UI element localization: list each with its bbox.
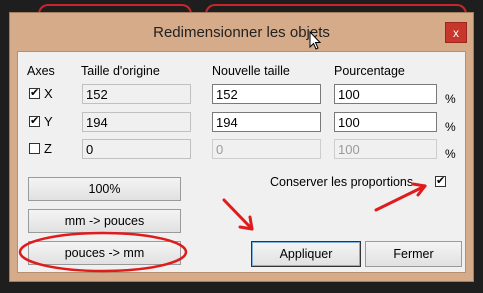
header-percentage: Pourcentage bbox=[334, 64, 405, 78]
axis-z-checkbox[interactable] bbox=[29, 143, 40, 154]
original-z-field: 0 bbox=[82, 139, 191, 159]
axis-x-checkbox[interactable] bbox=[29, 86, 40, 99]
mouse-cursor-icon bbox=[309, 31, 322, 50]
percent-x-input[interactable]: 100 bbox=[334, 84, 437, 104]
axis-y-label: Y bbox=[44, 114, 53, 129]
dialog-title: Redimensionner les objets bbox=[153, 24, 330, 41]
keep-proportions-label: Conserver les proportions bbox=[270, 175, 414, 189]
header-original-size: Taille d'origine bbox=[81, 64, 160, 78]
axis-x-label: X bbox=[44, 86, 53, 101]
close-button[interactable]: Fermer bbox=[365, 241, 462, 267]
original-x-field: 152 bbox=[82, 84, 191, 104]
dialog-body: Axes Taille d'origine Nouvelle taille Po… bbox=[17, 51, 466, 273]
apply-button[interactable]: Appliquer bbox=[251, 241, 361, 267]
resize-objects-dialog: Redimensionner les objets x Axes Taille … bbox=[9, 12, 474, 282]
header-axes: Axes bbox=[27, 64, 55, 78]
original-y-field: 194 bbox=[82, 112, 191, 132]
hundred-percent-button[interactable]: 100% bbox=[28, 177, 181, 201]
percent-x-unit: % bbox=[445, 92, 456, 106]
header-new-size: Nouvelle taille bbox=[212, 64, 290, 78]
mm-to-inches-button[interactable]: mm -> pouces bbox=[28, 209, 181, 233]
percent-z-input: 100 bbox=[334, 139, 437, 159]
new-x-input[interactable]: 152 bbox=[212, 84, 321, 104]
close-window-button[interactable]: x bbox=[445, 22, 467, 43]
axis-z-label: Z bbox=[44, 141, 52, 156]
percent-y-input[interactable]: 100 bbox=[334, 112, 437, 132]
percent-z-unit: % bbox=[445, 147, 456, 161]
new-y-input[interactable]: 194 bbox=[212, 112, 321, 132]
keep-proportions-checkbox[interactable] bbox=[435, 174, 446, 187]
new-z-input: 0 bbox=[212, 139, 321, 159]
axis-y-checkbox[interactable] bbox=[29, 114, 40, 127]
inches-to-mm-button[interactable]: pouces -> mm bbox=[28, 241, 181, 265]
percent-y-unit: % bbox=[445, 120, 456, 134]
title-bar[interactable]: Redimensionner les objets x bbox=[10, 13, 473, 51]
